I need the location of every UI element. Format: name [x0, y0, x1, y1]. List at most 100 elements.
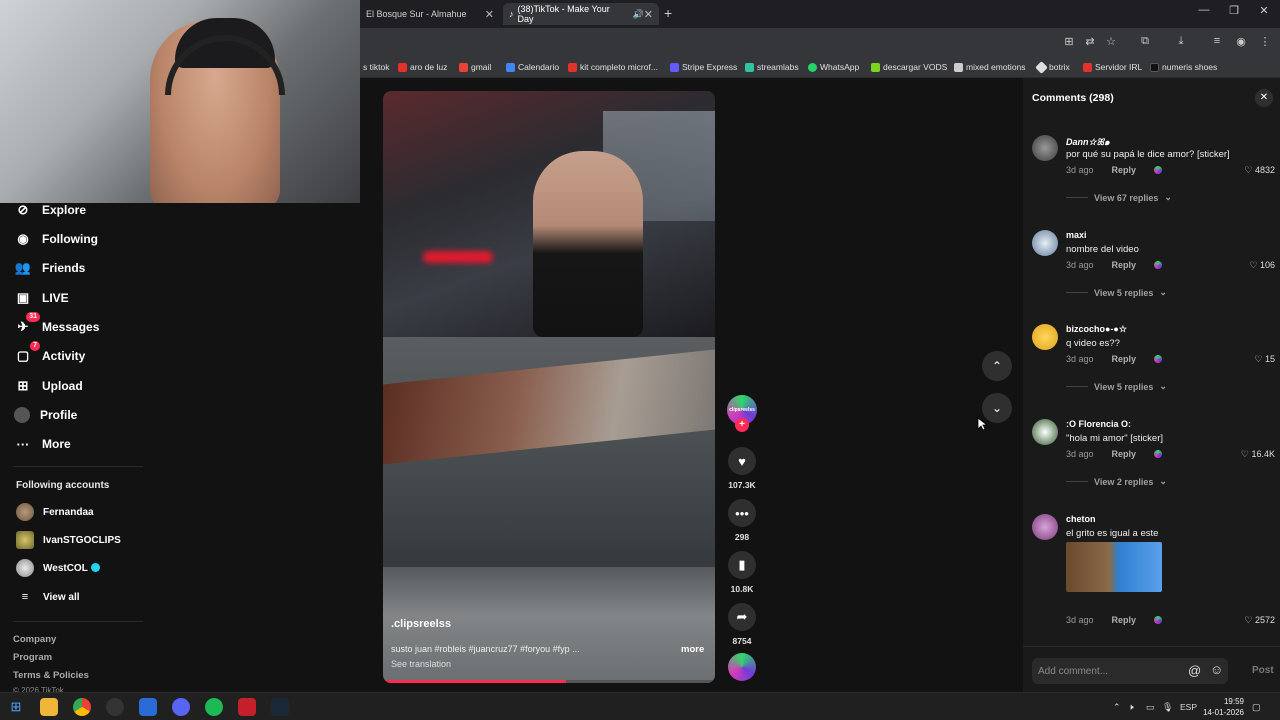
video-progress-bar[interactable] — [383, 680, 715, 683]
view-replies-button[interactable]: View 5 replies ⌄ — [1066, 287, 1167, 298]
footer-link-program[interactable]: Program — [13, 652, 52, 663]
bookmark-item[interactable]: streamlabs — [745, 56, 799, 78]
bookmark-item[interactable]: Servidor IRL — [1083, 56, 1142, 78]
file-explorer-icon[interactable] — [40, 698, 58, 716]
avatar[interactable] — [1032, 514, 1058, 540]
download-icon[interactable]: ⤓ — [1173, 35, 1189, 48]
like-button[interactable]: ♥ 107.3K — [727, 447, 757, 490]
comment-button[interactable]: ••• 298 — [727, 499, 757, 542]
tab-tiktok[interactable]: ♪ (38)TikTok - Make Your Day 🔊 ✕ — [503, 3, 659, 25]
reply-button[interactable]: Reply — [1112, 165, 1137, 175]
new-tab-button[interactable]: + — [664, 5, 672, 21]
bookmark-item[interactable]: s tiktok — [363, 56, 389, 78]
creator-avatar-button[interactable]: clipsreelss + — [727, 395, 757, 432]
voicemeeter-icon[interactable] — [238, 698, 256, 716]
more-button[interactable]: more — [681, 644, 704, 655]
profile-avatar-icon[interactable]: ◉ — [1233, 35, 1249, 48]
bookmark-item[interactable]: kit completo microf... — [568, 56, 658, 78]
tab-el-bosque[interactable]: El Bosque Sur - Almahue ✕ — [360, 3, 500, 25]
sidebar-item-more[interactable]: ··· More — [14, 432, 71, 456]
video-player[interactable]: .clipsreelss susto juan #robleis #juancr… — [383, 91, 715, 683]
bookmark-item[interactable]: botrix — [1035, 56, 1070, 78]
comment-username[interactable]: Dann☆ꕤ๑ — [1066, 135, 1110, 149]
windows-start-icon[interactable]: ⊞ — [7, 698, 25, 716]
tray-network-icon[interactable]: ▭ — [1146, 702, 1155, 713]
comment-username[interactable]: cheton — [1066, 514, 1096, 524]
system-clock[interactable]: 19:59 14-01-2026 — [1198, 696, 1244, 718]
previous-video-button[interactable]: ⌃ — [982, 351, 1012, 381]
reply-button[interactable]: Reply — [1112, 449, 1137, 459]
tray-mic-icon[interactable]: 🎙 — [1162, 702, 1173, 713]
sidebar-item-activity[interactable]: ▢ 7 Activity — [14, 341, 85, 368]
avatar[interactable] — [1032, 230, 1058, 256]
close-tab-icon[interactable]: ✕ — [485, 8, 494, 21]
post-button[interactable]: Post — [1252, 665, 1274, 676]
translate-icon[interactable]: ⇄ — [1082, 35, 1098, 48]
reply-button[interactable]: Reply — [1112, 615, 1137, 625]
footer-link-terms[interactable]: Terms & Policies — [13, 670, 89, 681]
chrome-icon[interactable] — [73, 698, 91, 716]
sidebar-item-profile[interactable]: Profile — [14, 403, 77, 427]
sidebar-item-friends[interactable]: 👥 Friends — [14, 256, 85, 280]
view-all-link[interactable]: ≡ View all — [16, 587, 80, 607]
obs-icon[interactable] — [106, 698, 124, 716]
avatar[interactable] — [1032, 419, 1058, 445]
view-replies-button[interactable]: View 67 replies ⌄ — [1066, 192, 1172, 203]
comment-like-button[interactable]: ♡ 106 — [1249, 260, 1275, 271]
bookmark-item[interactable]: numeris shoes — [1150, 56, 1217, 78]
notifications-icon[interactable]: ▢ — [1252, 702, 1261, 713]
bookmark-star-icon[interactable]: ☆ — [1103, 35, 1119, 48]
install-app-icon[interactable]: ⊞ — [1061, 35, 1077, 48]
avatar[interactable] — [1032, 324, 1058, 350]
extensions-icon[interactable]: ⧉ — [1137, 35, 1153, 48]
following-account[interactable]: IvanSTGOCLIPS — [16, 530, 121, 550]
tray-chevron-up-icon[interactable]: ⌃ — [1113, 702, 1121, 713]
bookmark-item[interactable]: WhatsApp — [808, 56, 859, 78]
close-tab-icon[interactable]: ✕ — [644, 8, 653, 21]
video-username[interactable]: .clipsreelss — [391, 618, 451, 630]
tray-speaker-icon[interactable]: 🕨 — [1128, 702, 1134, 713]
bookmark-item[interactable]: gmail — [459, 56, 491, 78]
following-account[interactable]: Fernandaa — [16, 502, 94, 522]
speaker-icon[interactable]: 🔊 — [633, 9, 644, 20]
comment-username[interactable]: :O Florencia O: — [1066, 419, 1131, 429]
following-account[interactable]: WestCOL — [16, 558, 100, 578]
footer-link-company[interactable]: Company — [13, 634, 56, 645]
sound-avatar-button[interactable] — [727, 653, 757, 681]
store-icon[interactable] — [139, 698, 157, 716]
minimize-icon[interactable]: — — [1194, 4, 1214, 16]
sidebar-item-live[interactable]: ▣ LIVE — [14, 286, 69, 310]
media-controls-icon[interactable]: ≡ — [1209, 35, 1225, 47]
share-button[interactable]: ➦ 8754 — [727, 603, 757, 646]
avatar[interactable] — [1032, 135, 1058, 161]
sidebar-item-messages[interactable]: ✈ 31 Messages — [14, 312, 99, 339]
discord-icon[interactable] — [172, 698, 190, 716]
bookmark-item[interactable]: descargar VODS — [871, 56, 947, 78]
comment-like-button[interactable]: ♡ 4832 — [1244, 165, 1275, 176]
bookmark-item[interactable]: mixed emotions — [954, 56, 1026, 78]
restore-icon[interactable]: ❐ — [1224, 4, 1244, 17]
mention-icon[interactable]: @ — [1188, 663, 1201, 678]
reply-button[interactable]: Reply — [1112, 260, 1137, 270]
browser-menu-icon[interactable]: ⋮ — [1257, 35, 1273, 48]
comment-like-button[interactable]: ♡ 2572 — [1244, 615, 1275, 626]
bookmark-item[interactable]: Stripe Express — [670, 56, 737, 78]
comment-like-button[interactable]: ♡ 15 — [1254, 354, 1275, 365]
comment-sticker-image[interactable] — [1066, 542, 1162, 592]
follow-plus-icon[interactable]: + — [735, 418, 749, 432]
comment-username[interactable]: maxi — [1066, 230, 1087, 240]
emoji-icon[interactable]: ☺ — [1210, 662, 1223, 677]
see-translation-link[interactable]: See translation — [391, 659, 451, 669]
comment-username[interactable]: bizcocho●-●☆ — [1066, 324, 1127, 335]
bookmark-item[interactable]: aro de luz — [398, 56, 447, 78]
comment-like-button[interactable]: ♡ 16.4K — [1241, 449, 1275, 460]
steam-icon[interactable] — [271, 698, 289, 716]
sidebar-item-upload[interactable]: ⊞ Upload — [14, 374, 83, 398]
spotify-icon[interactable] — [205, 698, 223, 716]
view-replies-button[interactable]: View 5 replies ⌄ — [1066, 381, 1167, 392]
sidebar-item-following[interactable]: ◉ Following — [14, 227, 98, 251]
save-button[interactable]: ▮ 10.8K — [727, 551, 757, 594]
close-window-icon[interactable]: ✕ — [1254, 4, 1274, 17]
reply-button[interactable]: Reply — [1112, 354, 1137, 364]
language-indicator[interactable]: ESP — [1180, 702, 1197, 712]
